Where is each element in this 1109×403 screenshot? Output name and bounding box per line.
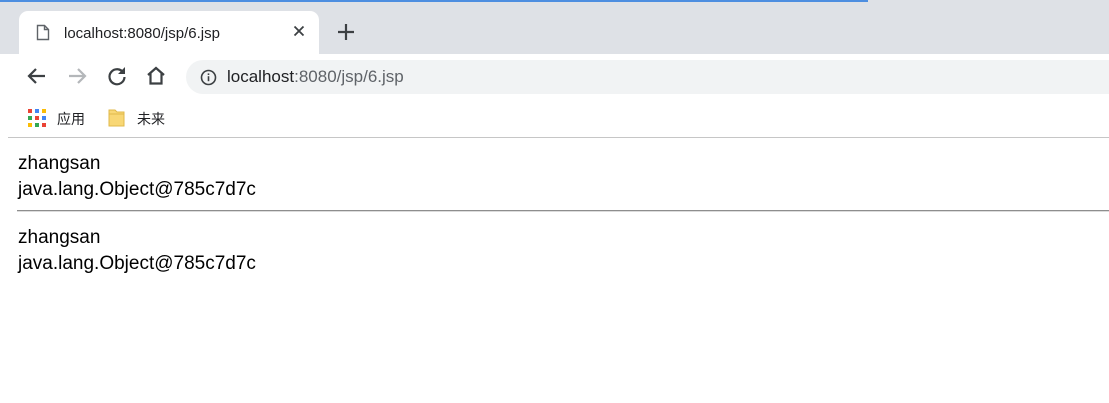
url-host: localhost — [227, 67, 295, 86]
address-bar[interactable]: localhost:8080/jsp/6.jsp — [186, 60, 1109, 94]
page-block-1: zhangsan java.lang.Object@785c7d7c — [18, 151, 256, 203]
output-object: java.lang.Object@785c7d7c — [18, 253, 256, 274]
page-icon — [36, 24, 50, 46]
tab-active[interactable]: localhost:8080/jsp/6.jsp — [19, 11, 319, 54]
bookmark-folder-label: 未来 — [137, 112, 165, 128]
info-icon[interactable] — [200, 69, 217, 91]
back-arrow-icon[interactable] — [25, 64, 49, 88]
url-path: :8080/jsp/6.jsp — [294, 67, 404, 86]
tab-title: localhost:8080/jsp/6.jsp — [64, 25, 220, 42]
plus-icon[interactable] — [334, 20, 358, 44]
apps-grid-icon — [28, 109, 46, 132]
page-block-2: zhangsan java.lang.Object@785c7d7c — [18, 225, 256, 277]
reload-icon[interactable] — [105, 64, 129, 88]
browser-toolbar: localhost:8080/jsp/6.jsp — [0, 54, 1109, 98]
horizontal-rule — [17, 210, 1109, 212]
bookmark-apps[interactable]: 应用 — [28, 108, 92, 128]
forward-arrow-icon[interactable] — [65, 64, 89, 88]
viewport-top-border — [8, 137, 1109, 138]
output-name: zhangsan — [18, 227, 101, 248]
bookmark-folder-weilai[interactable]: 未来 — [108, 108, 172, 128]
output-object: java.lang.Object@785c7d7c — [18, 179, 256, 200]
tab-strip-accent — [0, 0, 868, 2]
home-icon[interactable] — [144, 64, 168, 88]
close-icon[interactable] — [289, 21, 309, 41]
output-name: zhangsan — [18, 153, 101, 174]
bookmark-apps-label: 应用 — [57, 112, 85, 128]
folder-icon — [108, 108, 126, 133]
url-text: localhost:8080/jsp/6.jsp — [227, 67, 404, 87]
tab-strip: localhost:8080/jsp/6.jsp — [0, 0, 1109, 54]
bookmarks-bar: 应用 未来 — [0, 98, 1109, 136]
